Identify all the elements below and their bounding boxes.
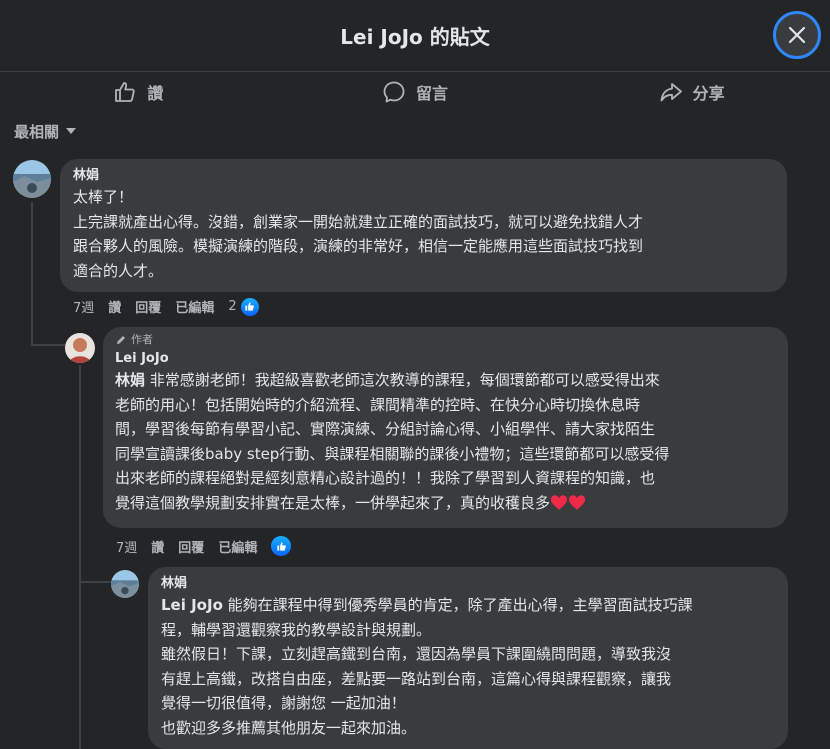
author-tag-label: 作者 — [131, 333, 153, 346]
caret-down-icon — [66, 128, 77, 134]
mention-link[interactable]: Lei JoJo — [161, 596, 223, 614]
comment-reply-link[interactable]: 回覆 — [178, 537, 204, 556]
thread-line — [79, 581, 111, 583]
comment-edited-label: 已編輯 — [175, 301, 215, 316]
post-actions-bar: 讚 留言 分享 — [0, 72, 830, 112]
author-tag: 作者 — [115, 333, 776, 347]
comment-body: 能夠在課程中得到優秀學員的肯定，除了產出心得，主學習面試技巧課 程，輔學習還觀察… — [161, 596, 693, 737]
portrait-avatar-icon — [65, 333, 95, 363]
thread-line — [79, 365, 81, 749]
like-reaction-icon[interactable] — [271, 536, 292, 556]
comment-body: 非常感謝老師！我超級喜歡老師這次教導的課程，每個環節都可以感受得出來 老師的用心… — [115, 371, 670, 512]
comment-text: 太棒了！ 上完課就產出心得。沒錯，創業家一開始就建立正確的面試技巧，就可以避免找… — [73, 188, 644, 280]
avatar[interactable] — [65, 333, 95, 363]
reaction-count[interactable]: 2 — [228, 297, 259, 316]
comment-text: Lei JoJo 能夠在課程中得到優秀學員的肯定，除了產出心得，主學習面試技巧課… — [161, 593, 775, 740]
comment-like-link[interactable]: 讚 — [108, 297, 121, 316]
like-button[interactable]: 讚 — [0, 72, 277, 112]
mention-link[interactable]: 林娟 — [115, 371, 145, 389]
comment-time[interactable]: 7週 — [73, 297, 94, 316]
thread-line — [31, 202, 33, 346]
comment-bubble: 林娟 太棒了！ 上完課就產出心得。沒錯，創業家一開始就建立正確的面試技巧，就可以… — [60, 159, 787, 292]
close-button[interactable] — [773, 11, 821, 59]
comment-text: 林娟 非常感謝老師！我超級喜歡老師這次教導的課程，每個環節都可以感受得出來 老師… — [115, 368, 776, 515]
comment-reply-link[interactable]: 回覆 — [135, 297, 161, 316]
comment-time[interactable]: 7週 — [116, 537, 137, 556]
comment-icon — [383, 81, 405, 103]
comment-meta: 7週 讚 回覆 已編輯 — [116, 536, 292, 556]
comment-author[interactable]: Lei JoJo — [115, 350, 776, 368]
sort-dropdown[interactable]: 最相關 — [14, 121, 77, 141]
landscape-avatar-icon — [111, 570, 139, 598]
comment-bubble: 林娟 Lei JoJo 能夠在課程中得到優秀學員的肯定，除了產出心得，主學習面試… — [148, 567, 788, 749]
comment-author[interactable]: 林娟 — [73, 167, 775, 185]
post-dialog-header: Lei JoJo 的貼文 — [0, 0, 830, 72]
comment-author[interactable]: 林娟 — [161, 575, 775, 593]
sort-label: 最相關 — [14, 122, 60, 141]
landscape-avatar-icon — [13, 160, 51, 198]
heart-emoji-icon — [568, 494, 586, 510]
avatar[interactable] — [13, 160, 51, 198]
comment-edited-label: 已編輯 — [218, 540, 258, 556]
share-button[interactable]: 分享 — [553, 72, 830, 112]
share-label: 分享 — [692, 84, 725, 103]
heart-emoji-icon — [550, 494, 568, 510]
close-icon — [788, 26, 806, 44]
dialog-title: Lei JoJo 的貼文 — [340, 25, 490, 49]
reaction-count-number: 2 — [228, 299, 237, 314]
comment-button[interactable]: 留言 — [277, 72, 554, 112]
avatar[interactable] — [111, 570, 139, 598]
thumbs-up-icon — [115, 82, 135, 102]
like-reaction-icon — [240, 297, 259, 316]
comment-like-link[interactable]: 讚 — [151, 537, 164, 556]
share-icon — [660, 83, 682, 102]
thread-line — [31, 344, 65, 346]
pencil-icon — [117, 336, 125, 344]
like-label: 讚 — [147, 84, 164, 103]
comment-meta: 7週 讚 回覆 已編輯 2 — [73, 297, 259, 316]
comment-bubble: 作者 Lei JoJo 林娟 非常感謝老師！我超級喜歡老師這次教導的課程，每個環… — [103, 327, 788, 528]
comment-label: 留言 — [416, 84, 449, 103]
